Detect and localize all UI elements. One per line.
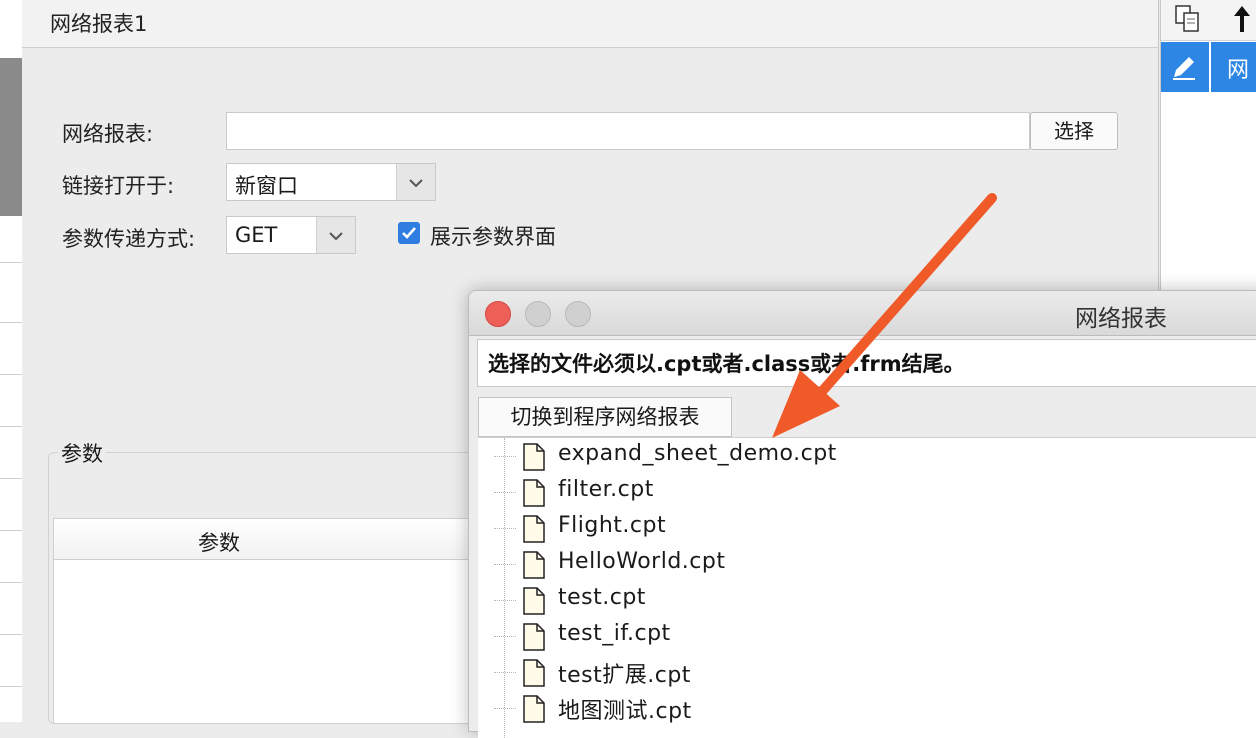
chevron-down-icon[interactable] xyxy=(396,164,435,200)
show-params-label: 展示参数界面 xyxy=(430,225,556,249)
document-icon xyxy=(523,479,545,507)
link-open-label: 链接打开于: xyxy=(62,174,175,198)
right-selected-row[interactable]: 网 xyxy=(1161,42,1256,92)
params-column-header: 参数 xyxy=(198,531,240,555)
right-toolbar xyxy=(1161,0,1256,41)
file-name: 地图测试.cpt xyxy=(558,699,692,724)
file-name: expand_sheet_demo.cpt xyxy=(558,441,837,466)
dialog-title: 网络报表1 xyxy=(50,12,148,36)
tree-branch-line xyxy=(494,600,516,601)
left-edge-gridline xyxy=(0,426,22,427)
select-button[interactable]: 选择 xyxy=(1030,112,1118,150)
dialog-titlebar: 网络报表1 xyxy=(22,0,1158,48)
left-edge-gridline xyxy=(0,322,22,323)
param-method-select[interactable]: GET xyxy=(226,216,356,254)
tree-branch-line xyxy=(494,492,516,493)
left-edge-gridline xyxy=(0,374,22,375)
link-target-select[interactable]: 新窗口 xyxy=(226,163,436,201)
file-dialog-titlebar: 网络报表 xyxy=(469,291,1256,336)
params-group-label: 参数 xyxy=(58,438,106,468)
left-edge-gridline xyxy=(0,530,22,531)
params-table-header[interactable]: 参数 xyxy=(54,519,474,560)
chevron-down-icon[interactable] xyxy=(316,217,355,253)
left-edge-gridline xyxy=(0,478,22,479)
params-table[interactable]: 参数 xyxy=(53,518,475,724)
file-list-item[interactable]: test.cpt xyxy=(478,582,1256,618)
file-dialog-title: 网络报表 xyxy=(1075,306,1167,332)
document-icon xyxy=(523,623,545,651)
left-edge-panel xyxy=(0,0,23,722)
file-name: test扩展.cpt xyxy=(558,663,691,688)
tree-branch-line xyxy=(494,672,516,673)
right-row-text: 网 xyxy=(1227,58,1250,83)
tree-branch-line xyxy=(494,708,516,709)
switch-to-program-report-button[interactable]: 切换到程序网络报表 xyxy=(478,397,732,437)
close-window-button[interactable] xyxy=(485,301,511,327)
param-method-label: 参数传递方式: xyxy=(62,227,196,251)
file-name: test_if.cpt xyxy=(558,621,671,646)
file-list-item[interactable]: expand_sheet_demo.cpt xyxy=(478,438,1256,474)
document-icon xyxy=(523,443,545,471)
pencil-icon[interactable] xyxy=(1169,52,1199,82)
file-name: test.cpt xyxy=(558,585,646,610)
tree-branch-line xyxy=(494,564,516,565)
show-params-checkbox[interactable] xyxy=(398,222,420,244)
left-edge-gridline xyxy=(0,582,22,583)
tree-branch-line xyxy=(494,528,516,529)
document-icon xyxy=(523,515,545,543)
tree-branch-line xyxy=(494,636,516,637)
file-name: filter.cpt xyxy=(558,477,654,502)
file-list-item[interactable]: test扩展.cpt xyxy=(478,654,1256,690)
document-icon xyxy=(523,587,545,615)
report-label: 网络报表: xyxy=(62,122,154,146)
instruction-text: 选择的文件必须以.cpt或者.class或者.frm结尾。 xyxy=(488,352,965,376)
file-name: Flight.cpt xyxy=(558,513,667,538)
row-separator xyxy=(1209,42,1211,92)
copy-icon[interactable] xyxy=(1173,4,1205,34)
left-edge-gridline xyxy=(0,634,22,635)
file-list-item[interactable]: filter.cpt xyxy=(478,474,1256,510)
link-target-value: 新窗口 xyxy=(235,174,298,198)
instruction-box: 选择的文件必须以.cpt或者.class或者.frm结尾。 xyxy=(477,339,1256,387)
document-icon xyxy=(523,551,545,579)
maximize-window-button[interactable] xyxy=(565,301,591,327)
document-icon xyxy=(523,659,545,687)
file-list-item[interactable]: Flight.cpt xyxy=(478,510,1256,546)
up-arrow-icon[interactable] xyxy=(1231,4,1253,34)
report-path-field[interactable] xyxy=(226,112,1030,150)
document-icon xyxy=(523,695,545,723)
left-edge-gridline xyxy=(0,686,22,687)
tree-branch-line xyxy=(494,456,516,457)
file-list-item[interactable]: 地图测试.cpt xyxy=(478,690,1256,726)
checkmark-icon xyxy=(402,227,416,239)
file-tree[interactable]: expand_sheet_demo.cpt filter.cpt Flight.cp… xyxy=(478,437,1256,738)
file-list-item[interactable]: HelloWorld.cpt xyxy=(478,546,1256,582)
file-list-item[interactable]: test_if.cpt xyxy=(478,618,1256,654)
left-edge-dark-block xyxy=(0,58,22,216)
file-name: HelloWorld.cpt xyxy=(558,549,726,574)
param-method-value: GET xyxy=(235,223,278,247)
left-edge-gridline xyxy=(0,262,22,263)
file-chooser-dialog: 网络报表 选择的文件必须以.cpt或者.class或者.frm结尾。 切换到程序… xyxy=(468,290,1256,738)
minimize-window-button[interactable] xyxy=(525,301,551,327)
